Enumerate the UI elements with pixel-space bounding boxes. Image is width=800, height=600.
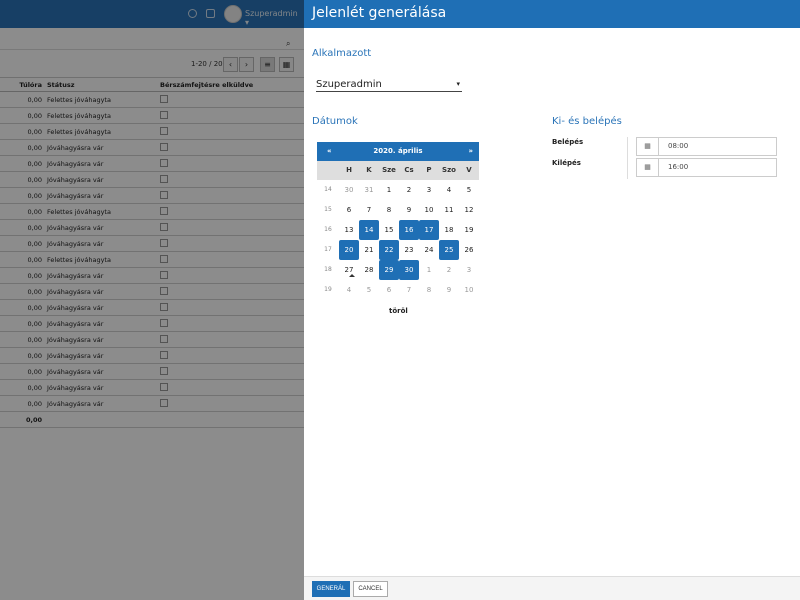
calendar-day-selected[interactable]: 14 (359, 220, 379, 240)
chevron-down-icon: ▾ (456, 80, 460, 88)
calendar-day[interactable]: 28 (359, 260, 379, 280)
week-number: 17 (324, 246, 332, 253)
entry-time-value: 08:00 (668, 142, 689, 150)
calendar-day[interactable]: 2 (439, 260, 459, 280)
calendar-day[interactable]: 6 (379, 280, 399, 300)
date-calendar: « 2020. április » H K Sze Cs P Szo V 14 30 31 1 2 3… (317, 142, 479, 300)
calendar-day[interactable]: 18 (439, 220, 459, 240)
calendar-day-selected[interactable]: 25 (439, 240, 459, 260)
calendar-day[interactable]: 30 (339, 180, 359, 200)
calendar-day[interactable]: 21 (359, 240, 379, 260)
calendar-day[interactable]: 8 (419, 280, 439, 300)
exit-time-input[interactable]: ▦ 16:00 (636, 158, 777, 177)
week-number: 19 (324, 286, 332, 293)
calendar-day[interactable]: 24 (419, 240, 439, 260)
employee-select[interactable]: Szuperadmin ▾ (316, 79, 462, 92)
weekday-label: V (466, 166, 472, 174)
calendar-week: 14 30 31 1 2 3 4 5 (317, 180, 479, 200)
calendar-day-selected[interactable]: 29 (379, 260, 399, 280)
calendar-day[interactable]: 15 (379, 220, 399, 240)
calendar-day[interactable]: 11 (439, 200, 459, 220)
calendar-week: 19 4 5 6 7 8 9 10 (317, 280, 479, 300)
panel-footer: GENERÁL CANCEL (304, 576, 800, 600)
calendar-day[interactable]: 5 (359, 280, 379, 300)
exit-time-value: 16:00 (668, 163, 689, 171)
calendar-day[interactable]: 31 (359, 180, 379, 200)
calendar-day[interactable]: 13 (339, 220, 359, 240)
calendar-day[interactable]: 2 (399, 180, 419, 200)
calendar-day-selected[interactable]: 16 (399, 220, 419, 240)
generate-button[interactable]: GENERÁL (312, 581, 350, 597)
week-number: 14 (324, 186, 332, 193)
calendar-day[interactable]: 3 (419, 180, 439, 200)
weekday-label: H (346, 166, 352, 174)
calendar-title[interactable]: 2020. április (317, 147, 479, 155)
calendar-day[interactable]: 8 (379, 200, 399, 220)
calendar-day[interactable]: 10 (419, 200, 439, 220)
exit-label: Kilépés (552, 159, 581, 167)
calendar-day[interactable]: 1 (379, 180, 399, 200)
weekday-label: P (426, 166, 432, 174)
calendar-weekdays: H K Sze Cs P Szo V (317, 161, 479, 180)
inout-label: Ki- és belépés (552, 116, 622, 127)
calendar-next-button[interactable]: » (468, 147, 473, 155)
calendar-day[interactable]: 3 (459, 260, 479, 280)
calendar-week: 16 13 14 15 16 17 18 19 (317, 220, 479, 240)
calendar-day[interactable]: 9 (399, 200, 419, 220)
calendar-day-selected[interactable]: 22 (379, 240, 399, 260)
calendar-day[interactable]: 4 (339, 280, 359, 300)
calendar-day[interactable]: 26 (459, 240, 479, 260)
calendar-day[interactable]: 12 (459, 200, 479, 220)
calendar-day-selected[interactable]: 30 (399, 260, 419, 280)
calendar-week: 15 6 7 8 9 10 11 12 (317, 200, 479, 220)
calendar-days: 14 30 31 1 2 3 4 5 15 6 7 8 9 10 11 12 16 13 14 15 16 17 18 19 1… (317, 180, 479, 300)
calendar-clear-button[interactable]: töröl (389, 307, 408, 315)
calendar-day-selected[interactable]: 17 (419, 220, 439, 240)
calendar-icon: ▦ (637, 159, 659, 176)
calendar-day-selected[interactable]: 20 (339, 240, 359, 260)
week-number: 15 (324, 206, 332, 213)
weekday-label: Cs (404, 166, 414, 174)
cancel-button[interactable]: CANCEL (353, 581, 388, 597)
week-number: 16 (324, 226, 332, 233)
calendar-day[interactable]: 19 (459, 220, 479, 240)
weekday-label: Sze (382, 166, 396, 174)
calendar-day[interactable]: 7 (359, 200, 379, 220)
calendar-day[interactable]: 4 (439, 180, 459, 200)
calendar-day[interactable]: 10 (459, 280, 479, 300)
calendar-header: « 2020. április » (317, 142, 479, 161)
dates-label: Dátumok (312, 116, 358, 127)
week-number-header (317, 161, 339, 180)
week-number: 18 (324, 266, 332, 273)
entry-label: Belépés (552, 138, 584, 146)
calendar-day[interactable]: 7 (399, 280, 419, 300)
modal-backdrop[interactable] (0, 0, 304, 600)
generate-attendance-panel: Jelenlét generálása Alkalmazott Szuperad… (304, 0, 800, 600)
calendar-day[interactable]: 23 (399, 240, 419, 260)
calendar-icon: ▦ (637, 138, 659, 155)
calendar-day[interactable]: 5 (459, 180, 479, 200)
employee-select-value: Szuperadmin (316, 79, 382, 90)
panel-title: Jelenlét generálása (304, 0, 800, 28)
calendar-day[interactable]: 6 (339, 200, 359, 220)
weekday-label: Szo (442, 166, 456, 174)
employee-label: Alkalmazott (312, 48, 372, 59)
calendar-day[interactable]: 1 (419, 260, 439, 280)
calendar-day[interactable]: 9 (439, 280, 459, 300)
divider (627, 137, 628, 179)
calendar-week: 18 27 28 29 30 1 2 3 (317, 260, 479, 280)
weekday-label: K (366, 166, 372, 174)
calendar-day[interactable]: 27 (339, 260, 359, 280)
calendar-week: 17 20 21 22 23 24 25 26 (317, 240, 479, 260)
entry-time-input[interactable]: ▦ 08:00 (636, 137, 777, 156)
